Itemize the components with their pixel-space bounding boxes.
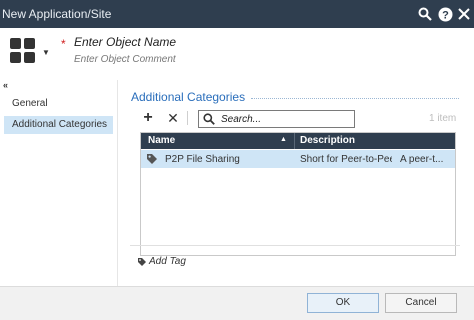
table-header: Name ▲ Description <box>141 133 455 149</box>
add-button[interactable]: + <box>141 110 155 126</box>
grid-square <box>24 38 35 49</box>
tag-icon <box>137 257 147 267</box>
section-divider <box>130 245 460 246</box>
collapse-sidebar-button[interactable]: « <box>3 80 8 90</box>
item-count: 1 item <box>429 113 457 124</box>
grid-square <box>10 52 21 63</box>
chevron-down-icon[interactable]: ▼ <box>42 48 50 57</box>
required-marker: * <box>61 37 66 51</box>
grid-square <box>10 38 21 49</box>
column-header-description[interactable]: Description <box>300 135 355 146</box>
object-name-input[interactable] <box>74 34 374 50</box>
categories-table: Name ▲ Description P2P File Sharing Shor… <box>140 132 456 256</box>
close-icon[interactable] <box>455 5 473 23</box>
object-header: ▼ * <box>0 28 474 80</box>
ok-button[interactable]: OK <box>307 293 379 313</box>
application-grid-icon[interactable] <box>10 38 38 66</box>
sidebar-item-general[interactable]: General <box>0 95 117 113</box>
row-description-cell: Short for Peer-to-Peer. <box>300 154 392 165</box>
column-header-name[interactable]: Name <box>148 135 175 146</box>
search-icon <box>203 113 215 125</box>
search-icon[interactable] <box>416 5 434 23</box>
column-divider[interactable] <box>294 133 295 149</box>
table-row[interactable]: P2P File Sharing Short for Peer-to-Peer.… <box>141 150 455 168</box>
section-divider <box>251 98 459 99</box>
category-tag-icon <box>146 153 158 165</box>
dialog-footer: OK Cancel <box>0 286 474 320</box>
search-input[interactable] <box>221 112 351 126</box>
sort-ascending-icon[interactable]: ▲ <box>280 136 287 143</box>
toolbar-separator <box>187 111 188 125</box>
cancel-button[interactable]: Cancel <box>385 293 457 313</box>
grid-square <box>24 52 35 63</box>
svg-text:?: ? <box>442 9 449 21</box>
main-panel: Additional Categories + ✕ 1 item Name ▲ … <box>118 80 474 286</box>
search-box[interactable] <box>198 110 355 128</box>
object-comment-input[interactable] <box>74 52 374 66</box>
sidebar: « General Additional Categories <box>0 80 118 286</box>
window-titlebar: New Application/Site ? <box>0 0 474 28</box>
add-tag-label: Add Tag <box>149 256 186 267</box>
row-name-cell: P2P File Sharing <box>165 154 240 165</box>
sidebar-item-additional-categories[interactable]: Additional Categories <box>4 116 113 134</box>
row-description-extra-cell: A peer-t... <box>400 154 444 165</box>
remove-button[interactable]: ✕ <box>166 111 180 125</box>
help-icon[interactable]: ? <box>436 5 454 23</box>
window-title: New Application/Site <box>2 7 112 21</box>
section-title: Additional Categories <box>131 90 246 104</box>
